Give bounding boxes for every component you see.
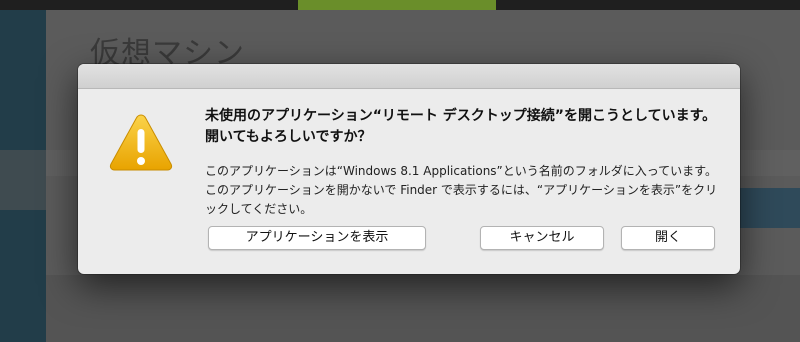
open-button[interactable]: 開く xyxy=(621,226,715,250)
background-sidebar-block xyxy=(0,150,46,210)
dialog-titlebar xyxy=(78,64,740,89)
background-side-band xyxy=(740,188,800,228)
dialog-message: このアプリケーションは“Windows 8.1 Applications”という… xyxy=(205,164,718,216)
show-application-button[interactable]: アプリケーションを表示 xyxy=(208,226,426,250)
background-bottom-area xyxy=(46,275,800,342)
cancel-button[interactable]: キャンセル xyxy=(480,226,604,250)
warning-triangle-icon xyxy=(109,114,173,171)
background-top-accent xyxy=(298,0,496,10)
dialog-title: 未使用のアプリケーション“リモート デスクトップ接続”を開こうとしています。開い… xyxy=(205,108,717,145)
alert-dialog: 未使用のアプリケーション“リモート デスクトップ接続”を開こうとしています。開い… xyxy=(78,64,740,274)
